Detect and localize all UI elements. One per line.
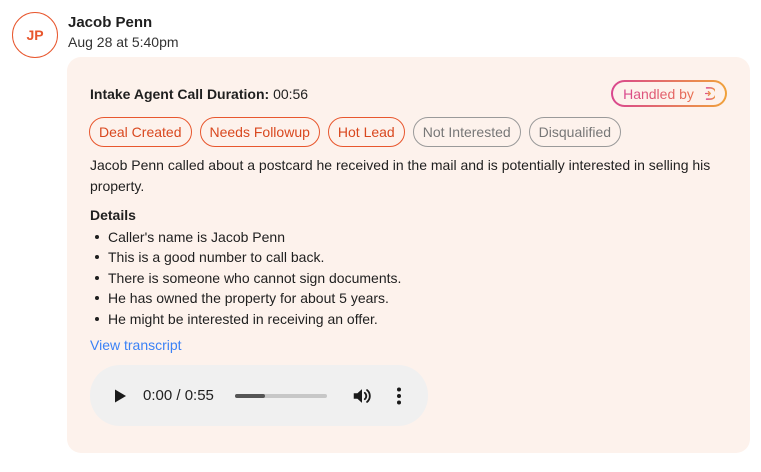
tag-deal-created[interactable]: Deal Created [89, 117, 192, 147]
view-transcript-link[interactable]: View transcript [90, 337, 182, 353]
audio-time: 0:00 / 0:55 [143, 387, 214, 404]
tag-not-interested[interactable]: Not Interested [412, 117, 521, 147]
volume-icon[interactable] [351, 385, 373, 407]
list-item: There is someone who cannot sign documen… [90, 268, 401, 288]
list-item: Caller's name is Jacob Penn [90, 227, 401, 247]
call-summary-card: Intake Agent Call Duration: 00:56 Handle… [67, 57, 750, 453]
call-duration-value: 00:56 [273, 86, 309, 102]
details-heading: Details [90, 207, 136, 223]
call-note: JP Jacob Penn Aug 28 at 5:40pm Intake Ag… [0, 0, 761, 472]
tag-hot-lead[interactable]: Hot Lead [327, 117, 405, 147]
audio-progress-fill [235, 394, 266, 398]
list-item: This is a good number to call back. [90, 247, 401, 267]
list-item: He has owned the property for about 5 ye… [90, 288, 401, 308]
details-list: Caller's name is Jacob Penn This is a go… [90, 227, 401, 329]
agent-logo-icon [701, 86, 715, 101]
tag-disqualified[interactable]: Disqualified [528, 117, 622, 147]
author-name: Jacob Penn [68, 14, 153, 31]
audio-player: 0:00 / 0:55 [90, 365, 428, 426]
list-item: He might be interested in receiving an o… [90, 309, 401, 329]
handled-by-label: Handled by [623, 85, 694, 102]
tag-needs-followup[interactable]: Needs Followup [199, 117, 320, 147]
audio-progress-bar[interactable] [235, 394, 327, 398]
call-duration: Intake Agent Call Duration: 00:56 [90, 86, 308, 102]
timestamp: Aug 28 at 5:40pm [68, 34, 179, 50]
more-vertical-icon[interactable] [391, 386, 407, 406]
play-icon[interactable] [112, 388, 128, 404]
call-duration-label: Intake Agent Call Duration: [90, 86, 270, 102]
status-tags: Deal Created Needs Followup Hot Lead Not… [89, 117, 622, 147]
call-summary-text: Jacob Penn called about a postcard he re… [90, 157, 711, 194]
handled-by-badge: Handled by [611, 80, 727, 107]
avatar: JP [12, 12, 58, 58]
